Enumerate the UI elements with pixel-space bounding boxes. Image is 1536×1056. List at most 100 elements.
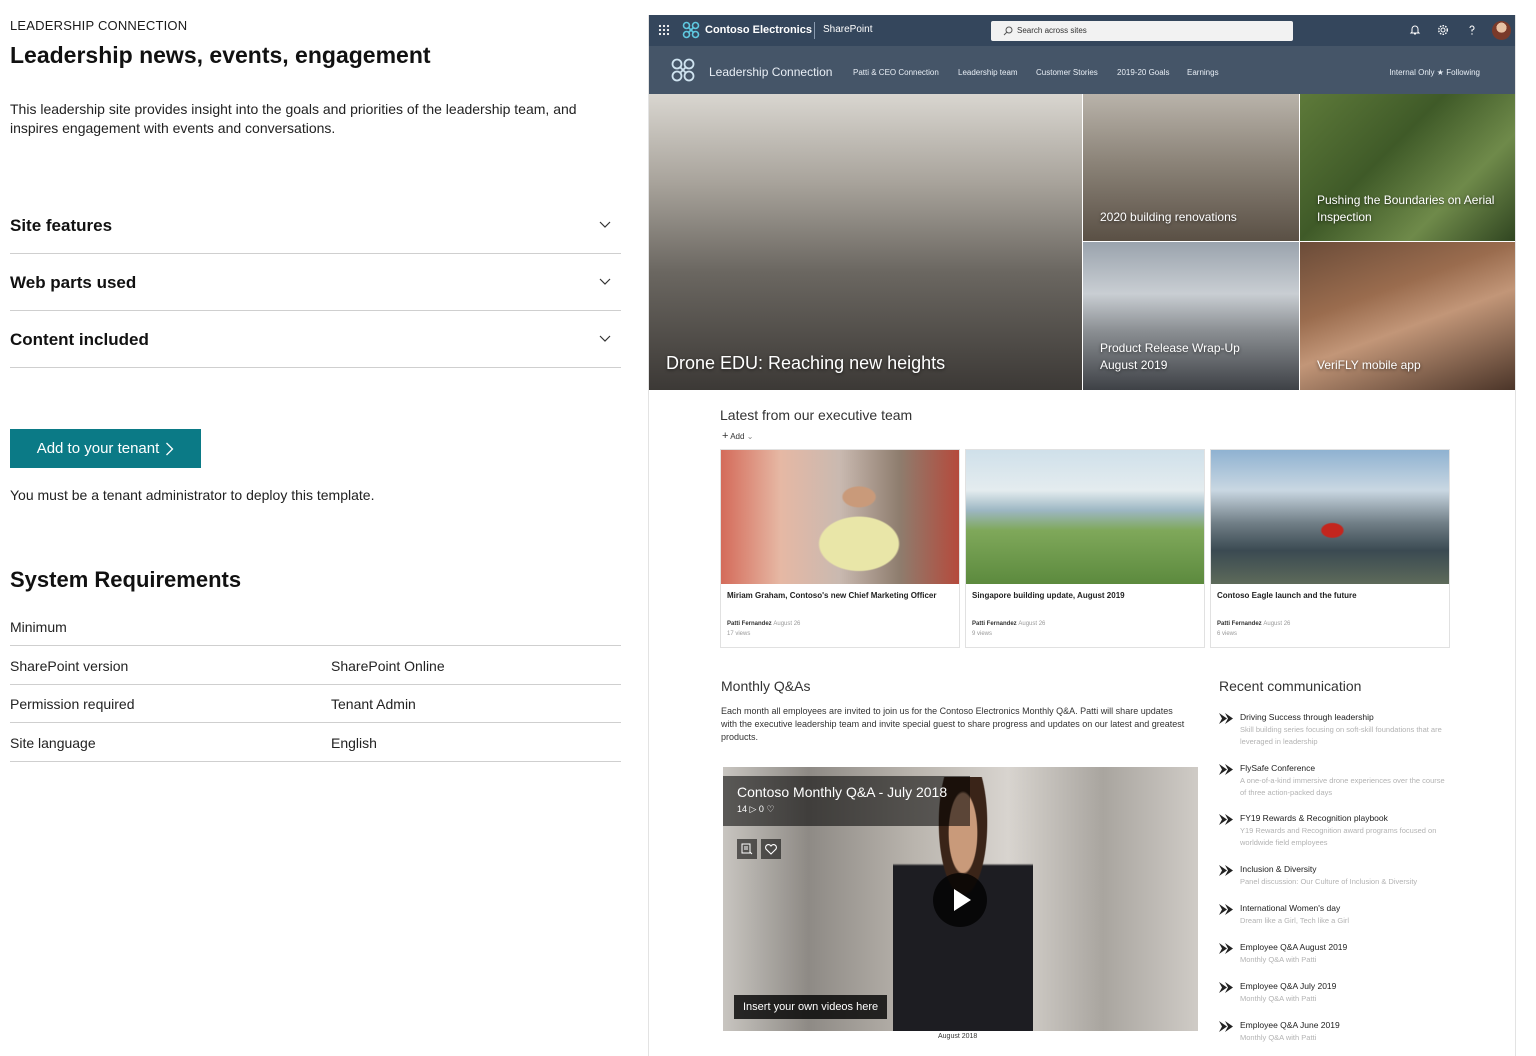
hero-tile[interactable]: Product Release Wrap-Up August 2019: [1083, 242, 1299, 390]
requirement-row: SharePoint version SharePoint Online: [10, 646, 621, 685]
accordion-site-features[interactable]: Site features: [10, 196, 621, 254]
date: August 26: [1263, 621, 1291, 627]
recent-item-subtitle: Monthly Q&A with Patti: [1240, 994, 1317, 1003]
chevron-down-icon: ⌄: [746, 432, 754, 441]
page-description: This leadership site provides insight in…: [10, 101, 577, 136]
admin-note: You must be a tenant administrator to de…: [10, 487, 375, 503]
site-logo-icon[interactable]: [669, 56, 697, 84]
recent-item-subtitle: Panel discussion: Our Culture of Inclusi…: [1240, 877, 1418, 886]
nav-link[interactable]: Patti & CEO Connection: [853, 68, 939, 77]
qa-section-title: Monthly Q&As: [721, 678, 811, 694]
playlist-icon[interactable]: [737, 839, 757, 859]
play-icon[interactable]: [933, 873, 987, 927]
accordion-label: Site features: [10, 216, 113, 235]
recent-item-title: FlySafe Conference: [1240, 763, 1316, 773]
arrow-icon: [1219, 764, 1233, 775]
gear-icon[interactable]: [1437, 24, 1449, 36]
recent-item-subtitle: A one-of-a-kind immersive drone experien…: [1240, 776, 1445, 797]
qa-description: Each month all employees are invited to …: [721, 706, 1185, 742]
arrow-icon: [1219, 904, 1233, 915]
recent-item-subtitle: Monthly Q&A with Patti: [1240, 1033, 1317, 1042]
accordion-content-included[interactable]: Content included: [10, 310, 621, 368]
video-stats: 14 ▷ 0 ♡: [737, 804, 775, 814]
hero-caption: Product Release Wrap-Up August 2019: [1100, 341, 1240, 372]
nav-link[interactable]: 2019-20 Goals: [1117, 68, 1169, 77]
author: Patti Fernandez: [727, 621, 772, 627]
arrow-icon: [1219, 814, 1233, 825]
follow-area[interactable]: Internal Only ★ Following: [1389, 68, 1480, 77]
arrow-icon: [1219, 943, 1233, 954]
hero-web-part: Drone EDU: Reaching new heights 2020 bui…: [649, 94, 1515, 390]
date: August 26: [773, 621, 801, 627]
news-card-image: [966, 450, 1204, 584]
requirement-value: SharePoint Online: [331, 658, 445, 674]
add-to-tenant-label: Add to your tenant: [36, 440, 160, 457]
bell-icon[interactable]: [1409, 24, 1421, 36]
recent-item-title: International Women's day: [1240, 903, 1341, 913]
internal-only-label: Internal Only: [1389, 68, 1435, 77]
waffle-icon[interactable]: [658, 24, 670, 36]
nav-link[interactable]: Earnings: [1187, 68, 1219, 77]
eyebrow-label: LEADERSHIP CONNECTION: [10, 18, 188, 33]
site-name[interactable]: Leadership Connection: [709, 65, 832, 79]
heart-icon[interactable]: [761, 839, 781, 859]
arrow-icon: [1219, 1021, 1233, 1032]
org-name[interactable]: Contoso Electronics: [705, 24, 812, 36]
requirement-key: Permission required: [10, 696, 135, 712]
news-card[interactable]: Miriam Graham, Contoso's new Chief Marke…: [720, 449, 960, 648]
site-preview: Contoso Electronics SharePoint Search ac…: [648, 15, 1516, 1056]
recent-item-title: Employee Q&A July 2019: [1240, 981, 1337, 991]
news-card-byline: Patti Fernandez August 26: [727, 621, 800, 627]
nav-link[interactable]: Customer Stories: [1036, 68, 1098, 77]
chevron-down-icon: [599, 278, 611, 285]
hero-tile[interactable]: 2020 building renovations: [1083, 94, 1299, 241]
video-caption: August 2018: [938, 1033, 978, 1040]
requirement-row: Permission required Tenant Admin: [10, 684, 621, 723]
news-card-title: Singapore building update, August 2019: [972, 591, 1125, 600]
divider: [814, 22, 815, 39]
recent-item-subtitle: Y19 Rewards and Recognition award progra…: [1240, 826, 1437, 847]
help-icon[interactable]: [1466, 24, 1478, 36]
video-player[interactable]: Contoso Monthly Q&A - July 2018 14 ▷ 0 ♡…: [723, 767, 1198, 1031]
search-box[interactable]: Search across sites: [991, 21, 1293, 41]
page-title: Leadership news, events, engagement: [10, 42, 431, 68]
hero-caption: VeriFLY mobile app: [1317, 358, 1421, 372]
news-section-title: Latest from our executive team: [720, 407, 913, 423]
plus-icon: +: [722, 430, 729, 442]
app-name[interactable]: SharePoint: [823, 24, 872, 35]
avatar[interactable]: [1492, 21, 1511, 40]
insert-video-banner: Insert your own videos here: [734, 995, 888, 1019]
hero-tile[interactable]: Pushing the Boundaries on Aerial Inspect…: [1300, 94, 1515, 241]
requirement-value: English: [331, 735, 377, 751]
recent-section-title: Recent communication: [1219, 678, 1362, 694]
requirement-value: Tenant Admin: [331, 696, 416, 712]
chevron-down-icon: [599, 221, 611, 228]
news-card-views: 9 views: [972, 631, 993, 637]
arrow-icon: [1219, 865, 1233, 876]
news-card-title: Miriam Graham, Contoso's new Chief Marke…: [727, 591, 937, 600]
search-placeholder: Search across sites: [1017, 26, 1087, 35]
hero-caption: 2020 building renovations: [1100, 210, 1237, 224]
video-title-overlay: Contoso Monthly Q&A - July 2018 14 ▷ 0 ♡: [723, 776, 970, 826]
hero-caption: Drone EDU: Reaching new heights: [666, 353, 946, 373]
news-card[interactable]: Contoso Eagle launch and the future Patt…: [1210, 449, 1450, 648]
add-news-button[interactable]: + Add ⌄: [722, 430, 753, 442]
hero-caption: Pushing the Boundaries on Aerial Inspect…: [1317, 193, 1495, 224]
hero-tile-main[interactable]: Drone EDU: Reaching new heights: [649, 94, 1082, 390]
news-card-views: 17 views: [727, 631, 751, 637]
accordion-web-parts[interactable]: Web parts used: [10, 253, 621, 311]
system-requirements-heading: System Requirements: [10, 567, 242, 592]
nav-link[interactable]: Leadership team: [958, 68, 1018, 77]
add-to-tenant-button[interactable]: Add to your tenant: [10, 429, 201, 468]
news-card-byline: Patti Fernandez August 26: [1217, 621, 1290, 627]
video-title: Contoso Monthly Q&A - July 2018: [737, 784, 948, 800]
date: August 26: [1018, 621, 1046, 627]
recent-item-title: Employee Q&A August 2019: [1240, 942, 1348, 952]
accordion-label: Content included: [10, 330, 149, 349]
hero-tile[interactable]: VeriFLY mobile app: [1300, 242, 1515, 390]
news-card[interactable]: Singapore building update, August 2019 P…: [965, 449, 1205, 648]
recent-item-subtitle: Skill building series focusing on soft-s…: [1240, 725, 1442, 746]
news-card-byline: Patti Fernandez August 26: [972, 621, 1045, 627]
suite-bar: Contoso Electronics SharePoint Search ac…: [649, 15, 1515, 46]
recent-item-title: FY19 Rewards & Recognition playbook: [1240, 813, 1388, 823]
